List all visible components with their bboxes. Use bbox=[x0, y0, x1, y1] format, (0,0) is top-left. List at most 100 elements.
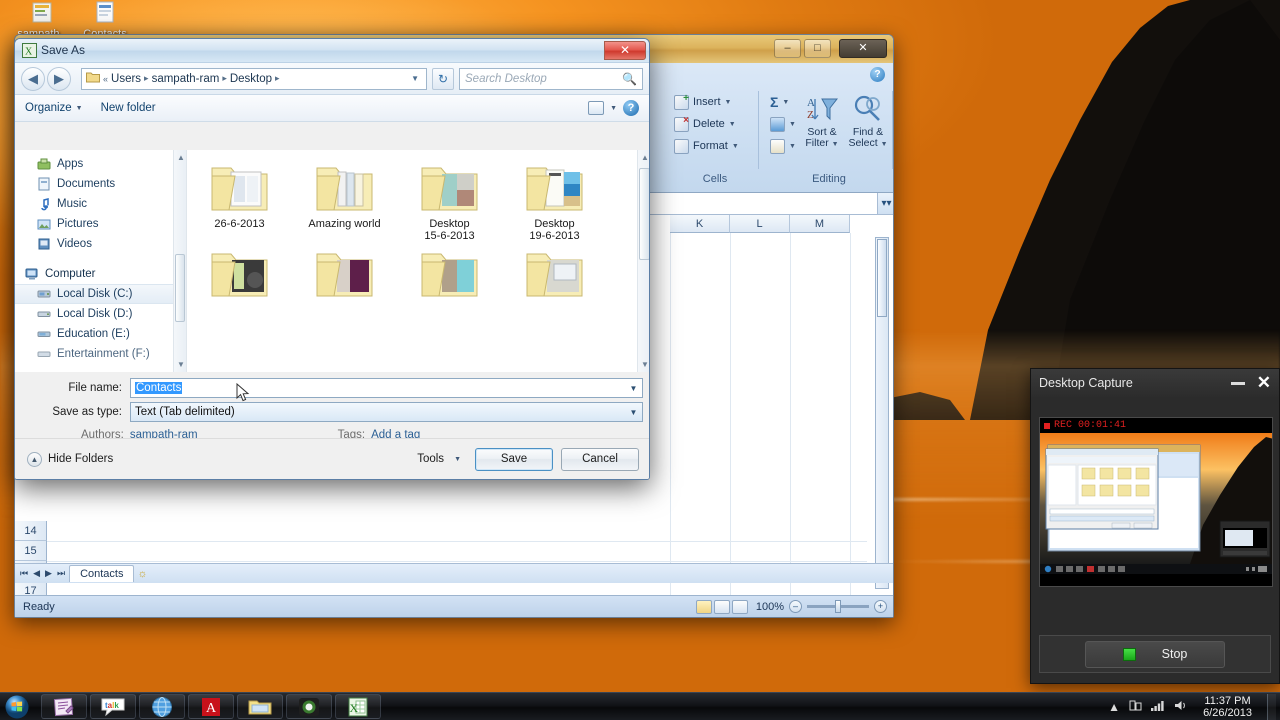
file-item[interactable] bbox=[292, 242, 397, 304]
scroll-down-icon[interactable]: ▼ bbox=[641, 360, 649, 369]
view-normal-button[interactable] bbox=[695, 599, 712, 614]
sidebar-item-local-disk-c[interactable]: Local Disk (C:) bbox=[15, 284, 186, 304]
scroll-down-icon[interactable]: ▼ bbox=[177, 360, 185, 369]
chevron-down-icon[interactable]: ▼ bbox=[625, 379, 642, 397]
hide-folders-button[interactable]: ▲ Hide Folders bbox=[27, 451, 113, 467]
scrollbar-thumb[interactable] bbox=[175, 254, 185, 322]
view-page-layout-button[interactable] bbox=[713, 599, 730, 614]
scrollbar-thumb[interactable] bbox=[877, 239, 887, 317]
sidebar-item-apps[interactable]: Apps bbox=[15, 154, 186, 174]
search-input[interactable]: Search Desktop 🔍 bbox=[459, 67, 643, 90]
new-sheet-icon[interactable]: ☼ bbox=[137, 568, 147, 580]
column-header-l[interactable]: L bbox=[730, 215, 790, 233]
back-button[interactable]: ◀ bbox=[21, 66, 45, 91]
ribbon-format-button[interactable]: Format ▼ bbox=[671, 135, 759, 157]
taskbar-notepad-app[interactable] bbox=[41, 694, 87, 719]
excel-sheet-tab-bar[interactable]: ⏮ ◀ ▶ ⏭ Contacts ☼ bbox=[15, 563, 893, 583]
zoom-slider-handle[interactable] bbox=[835, 600, 841, 613]
row-header-15[interactable]: 15 bbox=[15, 541, 47, 561]
capture-titlebar[interactable]: Desktop Capture ✕ bbox=[1031, 369, 1279, 397]
zoom-slider-track[interactable] bbox=[807, 600, 869, 613]
show-hidden-icons-button[interactable]: ▲ bbox=[1108, 700, 1120, 714]
taskbar[interactable]: talk A X ▲ 11:37 PM 6/26/2013 bbox=[0, 692, 1280, 720]
file-item[interactable]: Desktop 19-6-2013 bbox=[502, 156, 607, 242]
breadcrumb[interactable]: « Users ▸ sampath-ram ▸ Desktop ▸ ▼ bbox=[81, 67, 427, 90]
sidebar-item-local-disk-d[interactable]: Local Disk (D:) bbox=[15, 304, 186, 324]
taskbar-excel-app[interactable]: X bbox=[335, 694, 381, 719]
file-item[interactable] bbox=[397, 242, 502, 304]
sidebar-item-education-e[interactable]: Education (E:) bbox=[15, 324, 186, 344]
sheet-prev-button[interactable]: ◀ bbox=[32, 568, 41, 579]
refresh-icon[interactable]: ↻ bbox=[432, 67, 454, 90]
ribbon-fill-button[interactable]: ▼ bbox=[767, 113, 799, 135]
signal-icon[interactable] bbox=[1151, 699, 1165, 715]
sidebar-item-computer[interactable]: Computer bbox=[15, 264, 186, 284]
zoom-out-button[interactable]: – bbox=[789, 600, 802, 613]
excel-vertical-scrollbar[interactable] bbox=[875, 237, 889, 589]
tools-button[interactable]: Tools ▼ bbox=[411, 453, 467, 465]
ribbon-clear-button[interactable]: ▼ bbox=[767, 135, 799, 157]
close-icon[interactable]: ✕ bbox=[604, 41, 646, 60]
file-item[interactable]: Amazing world bbox=[292, 156, 397, 242]
taskbar-explorer-app[interactable] bbox=[237, 694, 283, 719]
sidebar-item-music[interactable]: Music bbox=[15, 194, 186, 214]
navigation-sidebar[interactable]: Apps Documents Music Pictures Videos Com… bbox=[15, 150, 187, 372]
sidebar-item-videos[interactable]: Videos bbox=[15, 234, 186, 254]
taskbar-capture-app[interactable] bbox=[286, 694, 332, 719]
cancel-button[interactable]: Cancel bbox=[561, 447, 639, 471]
taskbar-google-talk-app[interactable]: talk bbox=[90, 694, 136, 719]
file-item[interactable]: 26-6-2013 bbox=[187, 156, 292, 242]
sheet-next-button[interactable]: ▶ bbox=[44, 568, 53, 579]
save-button[interactable]: Save bbox=[475, 447, 553, 471]
ribbon-sort-filter-button[interactable]: AZ Sort & Filter ▼ bbox=[799, 91, 845, 150]
network-icon[interactable] bbox=[1129, 699, 1142, 715]
formula-expand-button[interactable]: ▾▾ bbox=[877, 193, 893, 214]
scrollbar-thumb[interactable] bbox=[639, 168, 649, 260]
column-header-m[interactable]: M bbox=[790, 215, 850, 233]
row-header-14[interactable]: 14 bbox=[15, 521, 47, 541]
file-name-input[interactable]: Contacts ▼ bbox=[130, 378, 643, 398]
forward-button[interactable]: ▶ bbox=[47, 66, 71, 91]
change-view-icon[interactable] bbox=[588, 101, 605, 115]
file-item[interactable]: Desktop 15-6-2013 bbox=[397, 156, 502, 242]
scroll-up-icon[interactable]: ▲ bbox=[177, 153, 185, 162]
sidebar-item-pictures[interactable]: Pictures bbox=[15, 214, 186, 234]
file-list-scrollbar[interactable]: ▲ ▼ bbox=[637, 150, 649, 372]
ribbon-find-select-button[interactable]: Find & Select ▼ bbox=[845, 91, 891, 150]
view-page-break-button[interactable] bbox=[731, 599, 748, 614]
breadcrumb-users[interactable]: Users bbox=[111, 73, 141, 85]
windows-start-orb[interactable] bbox=[2, 694, 38, 720]
new-folder-button[interactable]: New folder bbox=[101, 102, 156, 114]
taskbar-browser-app[interactable] bbox=[139, 694, 185, 719]
save-as-type-select[interactable]: Text (Tab delimited) ▼ bbox=[130, 402, 643, 422]
excel-close-button[interactable]: ✕ bbox=[839, 39, 887, 58]
sheet-last-button[interactable]: ⏭ bbox=[56, 568, 66, 579]
sheet-first-button[interactable]: ⏮ bbox=[19, 568, 29, 579]
sheet-tab-contacts[interactable]: Contacts bbox=[69, 565, 135, 582]
breadcrumb-sampath-ram[interactable]: sampath-ram bbox=[152, 73, 220, 85]
taskbar-adobe-reader-app[interactable]: A bbox=[188, 694, 234, 719]
ribbon-autosum-button[interactable]: Σ ▼ bbox=[767, 91, 799, 113]
ribbon-delete-button[interactable]: Delete ▼ bbox=[671, 113, 759, 135]
desktop-capture-window[interactable]: Desktop Capture ✕ REC 00:01:41 Stop bbox=[1030, 368, 1280, 684]
column-header-k[interactable]: K bbox=[670, 215, 730, 233]
excel-minimize-button[interactable]: – bbox=[774, 39, 801, 58]
save-as-dialog[interactable]: X Save As ✕ ◀ ▶ « Users ▸ sampath-ram ▸ … bbox=[14, 38, 650, 480]
chevron-down-icon[interactable]: ▼ bbox=[610, 105, 617, 112]
clock[interactable]: 11:37 PM 6/26/2013 bbox=[1197, 695, 1258, 719]
volume-icon[interactable] bbox=[1174, 699, 1188, 715]
sidebar-item-documents[interactable]: Documents bbox=[15, 174, 186, 194]
system-tray[interactable]: ▲ 11:37 PM 6/26/2013 bbox=[1108, 693, 1280, 720]
show-desktop-button[interactable] bbox=[1267, 693, 1276, 720]
sidebar-item-entertainment-f[interactable]: Entertainment (F:) bbox=[15, 344, 186, 364]
file-list-pane[interactable]: 26-6-2013 Amazing world Desktop 15-6-201… bbox=[187, 150, 649, 372]
chevron-down-icon[interactable]: ▼ bbox=[625, 403, 642, 421]
sidebar-scrollbar[interactable]: ▲ ▼ bbox=[173, 150, 186, 372]
file-item[interactable] bbox=[502, 242, 607, 304]
zoom-in-button[interactable]: + bbox=[874, 600, 887, 613]
stop-button[interactable]: Stop bbox=[1085, 640, 1225, 668]
save-as-titlebar[interactable]: X Save As ✕ bbox=[15, 39, 649, 63]
file-item[interactable] bbox=[187, 242, 292, 304]
ribbon-insert-button[interactable]: Insert ▼ bbox=[671, 91, 759, 113]
help-icon[interactable]: ? bbox=[623, 100, 639, 116]
